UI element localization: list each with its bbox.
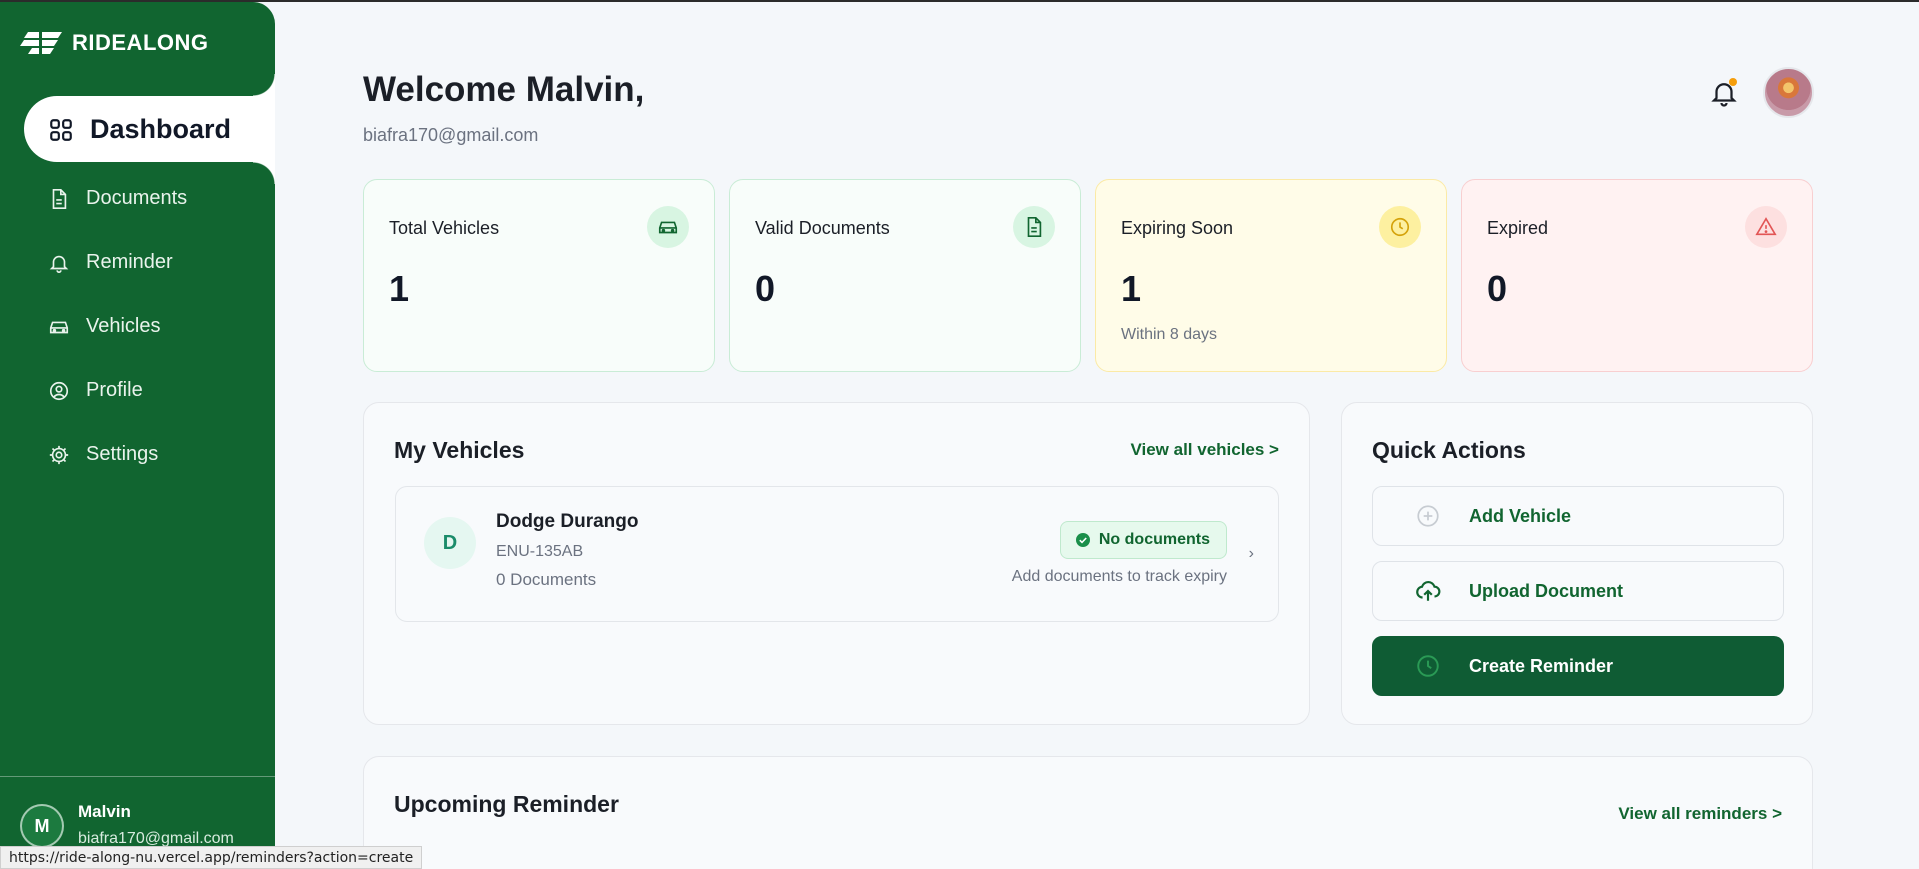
stat-icon bbox=[1379, 206, 1421, 248]
stat-value: 0 bbox=[755, 268, 776, 309]
vehicle-plate: ENU-135AB bbox=[496, 543, 584, 560]
cloud-upload-icon bbox=[1416, 580, 1441, 601]
document-icon bbox=[1027, 217, 1042, 237]
clock-icon bbox=[1390, 217, 1410, 237]
panel-title: Quick Actions bbox=[1372, 437, 1526, 463]
document-icon bbox=[52, 188, 67, 209]
stat-card-valid-documents: Valid Documents 0 bbox=[729, 179, 1081, 372]
add-vehicle-label: Add Vehicle bbox=[1469, 505, 1572, 526]
sidebar-item-vehicles[interactable]: Vehicles bbox=[48, 315, 161, 338]
add-vehicle-button[interactable]: Add Vehicle bbox=[1372, 486, 1784, 546]
plus-circle-icon bbox=[1417, 505, 1439, 527]
sidebar-item-documents[interactable]: Documents bbox=[48, 187, 187, 210]
stat-icon bbox=[1013, 206, 1055, 248]
user-name: Malvin bbox=[78, 802, 131, 821]
logo[interactable]: RIDEALONG bbox=[18, 30, 209, 56]
sidebar-item-label: Reminder bbox=[86, 251, 173, 273]
quick-actions-panel: Quick Actions Add Vehicle Upload Documen… bbox=[1341, 402, 1813, 725]
stat-value: 1 bbox=[1121, 268, 1142, 309]
sidebar-item-label: Settings bbox=[86, 443, 159, 465]
sidebar: RIDEALONG Dashboard Documents Reminder V… bbox=[0, 2, 275, 869]
create-reminder-label: Create Reminder bbox=[1469, 655, 1614, 676]
sidebar-divider bbox=[0, 776, 275, 777]
browser-status-url: https://ride-along-nu.vercel.app/reminde… bbox=[0, 846, 423, 869]
vehicle-avatar: D bbox=[424, 517, 476, 569]
stat-icon bbox=[647, 206, 689, 248]
panel-title: My Vehicles bbox=[394, 437, 525, 463]
profile-avatar[interactable] bbox=[1763, 67, 1814, 118]
upload-document-button[interactable]: Upload Document bbox=[1372, 561, 1784, 621]
grid-icon bbox=[50, 118, 72, 141]
stat-subtext: Within 8 days bbox=[1121, 326, 1218, 343]
gear-icon bbox=[49, 445, 69, 464]
stat-card-total-vehicles: Total Vehicles 1 bbox=[363, 179, 715, 372]
check-circle-icon bbox=[1075, 533, 1090, 547]
car-icon bbox=[658, 221, 678, 234]
status-badge: No documents bbox=[1059, 521, 1227, 559]
vehicle-card[interactable]: D Dodge Durango ENU-135AB 0 Documents No… bbox=[395, 486, 1279, 622]
view-all-reminders-link[interactable]: View all reminders > bbox=[1618, 804, 1782, 824]
stat-label: Valid Documents bbox=[755, 218, 890, 238]
page-title: Welcome Malvin, bbox=[363, 70, 645, 109]
vehicle-name: Dodge Durango bbox=[496, 511, 639, 532]
sidebar-item-label: Dashboard bbox=[90, 114, 232, 144]
notification-dot bbox=[1729, 78, 1737, 86]
sidebar-item-dashboard[interactable]: Dashboard bbox=[48, 114, 231, 145]
user-circle-icon bbox=[49, 381, 69, 400]
stat-label: Expiring Soon bbox=[1121, 218, 1234, 238]
header-email: biafra170@gmail.com bbox=[363, 125, 539, 145]
logo-mark-icon bbox=[20, 30, 62, 56]
sidebar-item-profile[interactable]: Profile bbox=[48, 379, 143, 402]
logo-text: RIDEALONG bbox=[72, 30, 209, 55]
stat-label: Total Vehicles bbox=[389, 218, 500, 238]
badge-subtext: Add documents to track expiry bbox=[1011, 568, 1227, 585]
sidebar-item-label: Documents bbox=[86, 187, 188, 209]
panel-title: Upcoming Reminder bbox=[394, 791, 619, 817]
sidebar-user[interactable]: M Malvin biafra170@gmail.com bbox=[20, 802, 234, 848]
window-top-border bbox=[0, 0, 1919, 2]
sidebar-item-label: Profile bbox=[86, 379, 143, 401]
clock-icon bbox=[1417, 655, 1439, 677]
car-icon bbox=[49, 321, 69, 333]
bell-icon bbox=[49, 255, 69, 273]
stat-card-expiring-soon: Expiring Soon 1 Within 8 days bbox=[1095, 179, 1447, 372]
my-vehicles-panel: My Vehicles View all vehicles > D Dodge … bbox=[363, 402, 1310, 725]
upload-document-label: Upload Document bbox=[1469, 580, 1624, 601]
badge-label: No documents bbox=[1098, 531, 1210, 548]
stat-icon bbox=[1745, 206, 1787, 248]
create-reminder-button[interactable]: Create Reminder bbox=[1372, 636, 1784, 696]
sidebar-item-reminder[interactable]: Reminder bbox=[48, 251, 173, 274]
upcoming-reminder-panel: Upcoming Reminder View all reminders > bbox=[363, 756, 1813, 869]
view-all-vehicles-link[interactable]: View all vehicles > bbox=[1130, 440, 1279, 460]
chevron-right-icon: › bbox=[1248, 545, 1254, 562]
alert-triangle-icon bbox=[1755, 217, 1777, 236]
vehicle-doc-count: 0 Documents bbox=[496, 570, 597, 589]
sidebar-item-settings[interactable]: Settings bbox=[48, 443, 158, 466]
stat-value: 1 bbox=[389, 268, 410, 309]
stat-value: 0 bbox=[1487, 268, 1508, 309]
avatar: M bbox=[20, 804, 64, 848]
stat-card-expired: Expired 0 bbox=[1461, 179, 1813, 372]
stat-label: Expired bbox=[1487, 218, 1549, 238]
sidebar-item-label: Vehicles bbox=[86, 315, 161, 337]
